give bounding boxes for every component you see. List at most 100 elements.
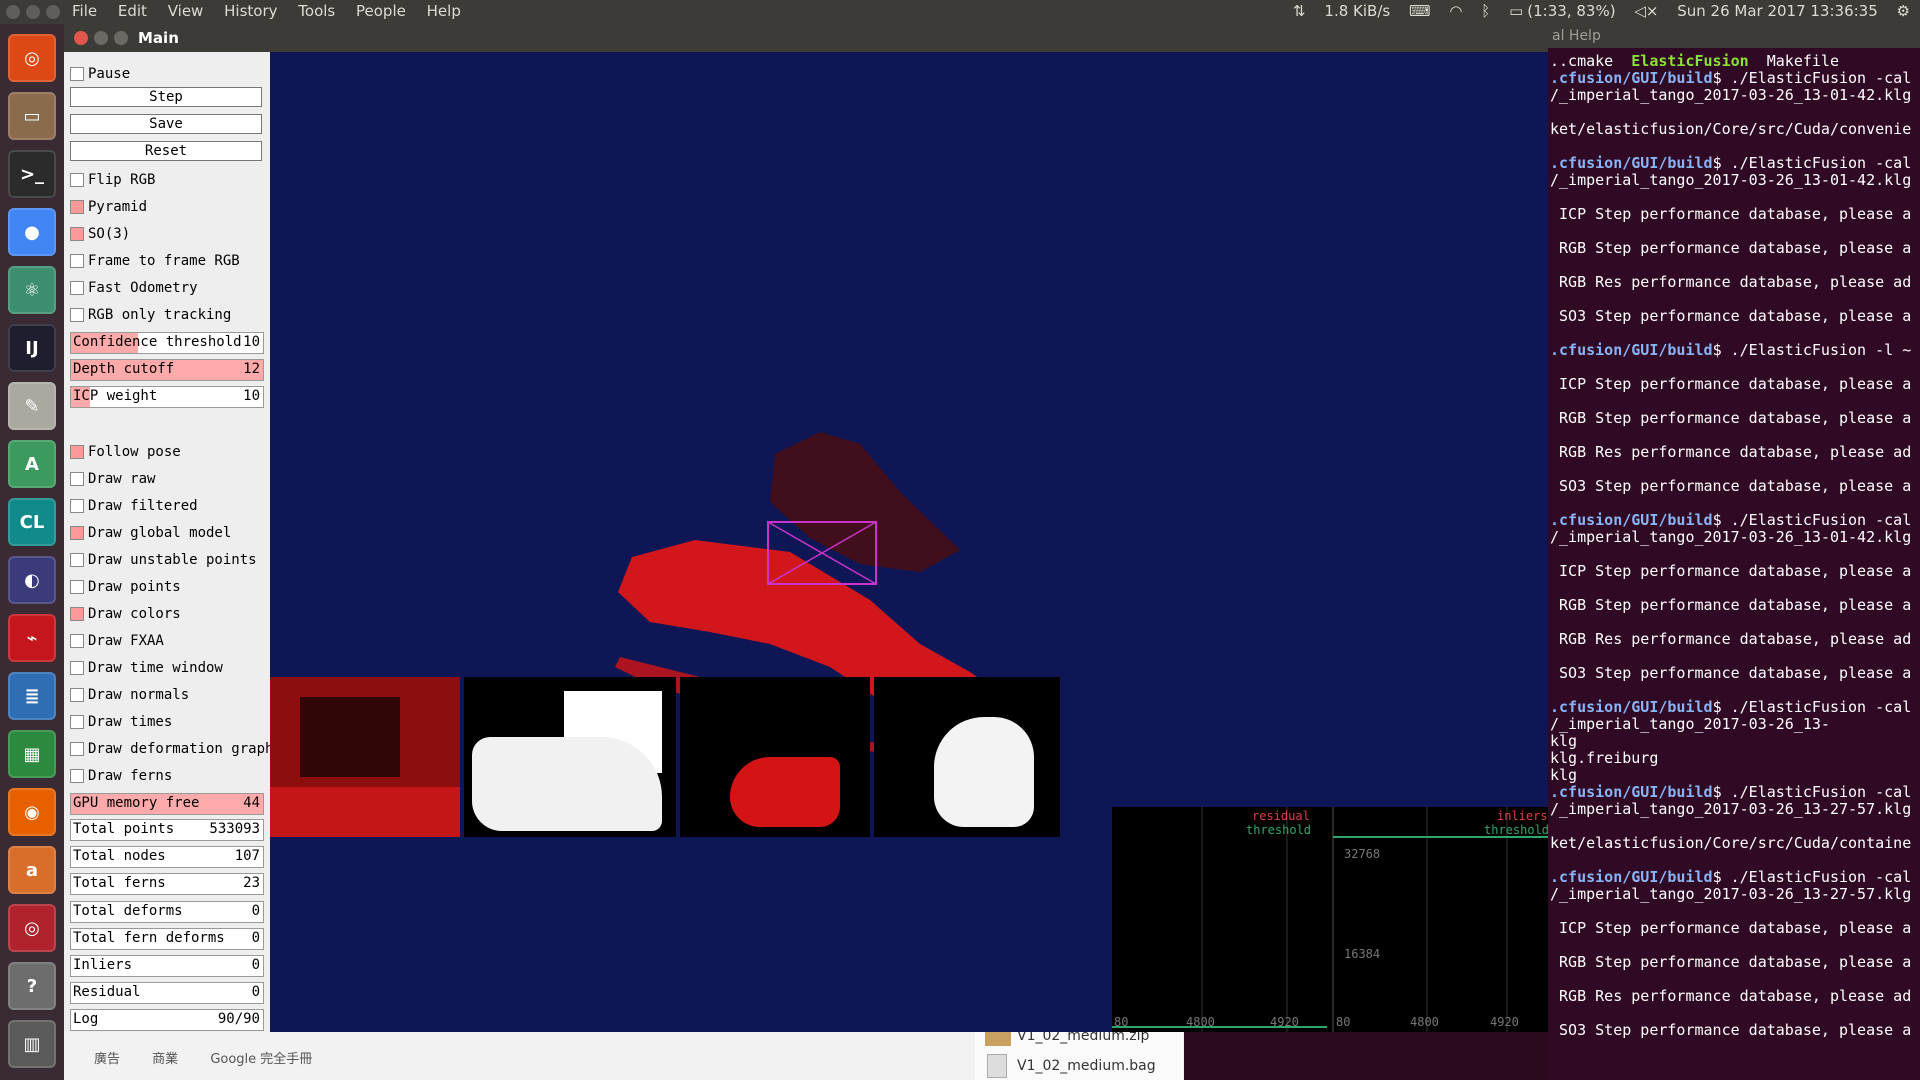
checkbox-so3-box[interactable]: [70, 227, 84, 241]
ubuntu-icon[interactable]: ◎: [8, 34, 56, 82]
checkbox-draw-unstable-points-box[interactable]: [70, 553, 84, 567]
software-center-icon[interactable]: a: [8, 846, 56, 894]
footer-link-ads[interactable]: 廣告: [94, 1052, 120, 1067]
terminal-icon[interactable]: >_: [8, 150, 56, 198]
terminal-text: /_imperial_tango_2017-03-26_13-27-57.klg: [1550, 885, 1912, 903]
step-button[interactable]: Step: [70, 87, 262, 107]
checkbox-draw-global-model[interactable]: Draw global model: [70, 523, 270, 543]
checkbox-draw-global-model-box[interactable]: [70, 526, 84, 540]
terminal-line: RGB Step performance database, please a: [1550, 409, 1911, 427]
footer-link-guide[interactable]: Google 完全手冊: [210, 1052, 312, 1067]
eclipse-icon[interactable]: ◐: [8, 556, 56, 604]
slider-gpu-memory-free[interactable]: GPU memory free 44: [70, 793, 264, 815]
minimize-window-button[interactable]: [26, 5, 40, 19]
clock[interactable]: Sun 26 Mar 2017 13:36:35: [1677, 2, 1878, 20]
checkbox-draw-deformation-graph[interactable]: Draw deformation graph: [70, 739, 273, 759]
main-close-button[interactable]: [74, 31, 88, 45]
main-minimize-button[interactable]: [94, 31, 108, 45]
checkbox-draw-colors-box[interactable]: [70, 607, 84, 621]
checkbox-rgb-only-tracking-box[interactable]: [70, 308, 84, 322]
checkbox-fast-odometry-box[interactable]: [70, 281, 84, 295]
menu-file[interactable]: File: [72, 2, 97, 20]
stat-log-label: Log: [73, 1011, 99, 1028]
checkbox-draw-times[interactable]: Draw times: [70, 712, 270, 732]
terminal-line: ket/elasticfusion/Core/src/Cuda/containe: [1550, 834, 1911, 852]
screenshot-icon[interactable]: ◎: [8, 904, 56, 952]
checkbox-draw-fxaa-box[interactable]: [70, 634, 84, 648]
terminal-window[interactable]: al Help ..cmake ElasticFusion Makefile .c…: [1548, 24, 1920, 1080]
checkbox-draw-raw-box[interactable]: [70, 472, 84, 486]
3d-viewport[interactable]: residual threshold inliers threshold 327…: [270, 52, 1548, 1032]
reset-button[interactable]: Reset: [70, 141, 262, 161]
battery-status: (1:33, 83%): [1527, 2, 1616, 20]
text-editor-icon[interactable]: ✎: [8, 382, 56, 430]
checkbox-draw-unstable-points[interactable]: Draw unstable points: [70, 550, 270, 570]
checkbox-pause[interactable]: Pause: [70, 64, 270, 84]
checkbox-frame-to-frame-rgb-box[interactable]: [70, 254, 84, 268]
checkbox-draw-points-box[interactable]: [70, 580, 84, 594]
checkbox-follow-pose-box[interactable]: [70, 445, 84, 459]
menu-edit[interactable]: Edit: [118, 2, 147, 20]
menu-history[interactable]: History: [224, 2, 277, 20]
wifi-icon[interactable]: ◠: [1449, 2, 1462, 20]
bluetooth-icon[interactable]: ᛒ: [1481, 2, 1490, 20]
keyboard-icon[interactable]: ⌨: [1409, 2, 1431, 20]
checkbox-frame-to-frame-rgb[interactable]: Frame to frame RGB: [70, 251, 270, 271]
firefox-icon[interactable]: ◉: [8, 788, 56, 836]
checkbox-so3[interactable]: SO(3): [70, 224, 270, 244]
intellij-icon[interactable]: IJ: [8, 324, 56, 372]
gear-icon[interactable]: ⚙: [1897, 2, 1910, 20]
calc-icon[interactable]: ▦: [8, 730, 56, 778]
checkbox-draw-time-window-box[interactable]: [70, 661, 84, 675]
battery-icon[interactable]: ▭: [1509, 2, 1523, 20]
checkbox-draw-ferns[interactable]: Draw ferns: [70, 766, 270, 786]
footer-link-business[interactable]: 商業: [152, 1052, 178, 1067]
file-item-bag[interactable]: V1_02_medium.bag: [1017, 1058, 1156, 1074]
checkbox-pyramid[interactable]: Pyramid: [70, 197, 270, 217]
maximize-window-button[interactable]: [46, 5, 60, 19]
checkbox-flip-rgb[interactable]: Flip RGB: [70, 170, 270, 190]
checkbox-draw-filtered[interactable]: Draw filtered: [70, 496, 270, 516]
checkbox-draw-fxaa[interactable]: Draw FXAA: [70, 631, 270, 651]
checkbox-draw-raw[interactable]: Draw raw: [70, 469, 270, 489]
checkbox-pyramid-box[interactable]: [70, 200, 84, 214]
terminal-menu[interactable]: al Help: [1548, 24, 1920, 48]
checkbox-draw-ferns-box[interactable]: [70, 769, 84, 783]
slider-icp-weight-value: 10: [243, 388, 260, 404]
menu-people[interactable]: People: [356, 2, 406, 20]
slider-depth-cutoff[interactable]: Depth cutoff 12: [70, 359, 264, 381]
checkbox-draw-normals-box[interactable]: [70, 688, 84, 702]
android-studio-icon[interactable]: A: [8, 440, 56, 488]
network-arrows-icon[interactable]: ⇅: [1293, 2, 1306, 20]
close-window-button[interactable]: [6, 5, 20, 19]
atom-icon[interactable]: ⚛: [8, 266, 56, 314]
menu-help[interactable]: Help: [427, 2, 461, 20]
checkbox-draw-points[interactable]: Draw points: [70, 577, 270, 597]
pdf-reader-icon[interactable]: ⌁: [8, 614, 56, 662]
checkbox-draw-times-box[interactable]: [70, 715, 84, 729]
save-button[interactable]: Save: [70, 114, 262, 134]
menu-view[interactable]: View: [168, 2, 204, 20]
checkbox-flip-rgb-box[interactable]: [70, 173, 84, 187]
help-icon[interactable]: ?: [8, 962, 56, 1010]
clion-icon[interactable]: CL: [8, 498, 56, 546]
checkbox-draw-deformation-graph-box[interactable]: [70, 742, 84, 756]
menu-tools[interactable]: Tools: [298, 2, 335, 20]
main-maximize-button[interactable]: [114, 31, 128, 45]
checkbox-draw-colors[interactable]: Draw colors: [70, 604, 270, 624]
checkbox-draw-filtered-box[interactable]: [70, 499, 84, 513]
slider-confidence-threshold[interactable]: Confidence threshold 10: [70, 332, 264, 354]
checkbox-fast-odometry[interactable]: Fast Odometry: [70, 278, 270, 298]
files-icon[interactable]: ▭: [8, 92, 56, 140]
terminal-line: RGB Res performance database, please ad: [1550, 443, 1911, 461]
checkbox-draw-time-window[interactable]: Draw time window: [70, 658, 270, 678]
chrome-icon[interactable]: ●: [8, 208, 56, 256]
trash-icon[interactable]: ▥: [8, 1020, 56, 1068]
writer-icon[interactable]: ≣: [8, 672, 56, 720]
checkbox-rgb-only-tracking[interactable]: RGB only tracking: [70, 305, 270, 325]
slider-icp-weight[interactable]: ICP weight 10: [70, 386, 264, 408]
checkbox-follow-pose[interactable]: Follow pose: [70, 442, 270, 462]
checkbox-draw-normals[interactable]: Draw normals: [70, 685, 270, 705]
volume-icon[interactable]: ◁×: [1634, 2, 1658, 20]
checkbox-pause-box[interactable]: [70, 67, 84, 81]
